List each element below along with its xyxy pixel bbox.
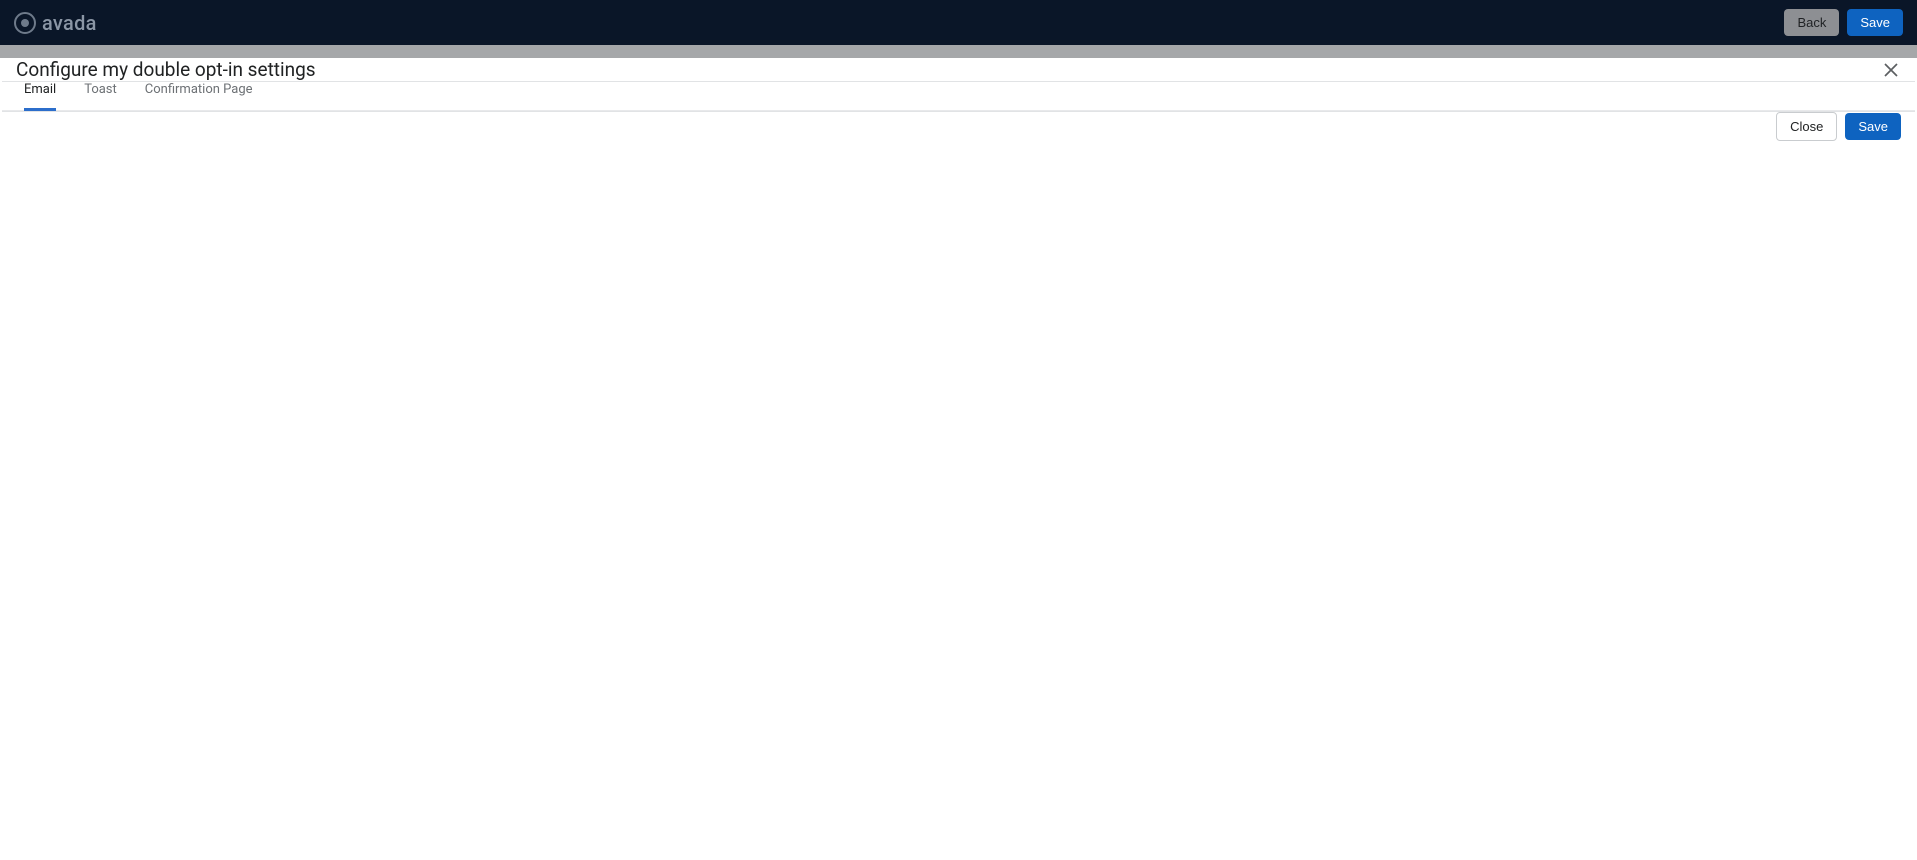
tab-confirmation-page[interactable]: Confirmation Page xyxy=(145,82,253,111)
modal-save-button[interactable]: Save xyxy=(1845,113,1901,140)
close-button[interactable]: Close xyxy=(1776,112,1837,141)
back-button[interactable]: Back xyxy=(1784,9,1839,36)
tab-email[interactable]: Email xyxy=(24,82,56,111)
save-button[interactable]: Save xyxy=(1847,9,1903,36)
brand: avada xyxy=(14,11,97,35)
modal-header: Configure my double opt-in settings xyxy=(2,58,1915,82)
overlay-shade xyxy=(0,45,1917,58)
brand-icon xyxy=(14,12,36,34)
tabs: Email Toast Confirmation Page xyxy=(2,82,1915,111)
modal-footer: Close Save xyxy=(2,111,1915,141)
brand-text: avada xyxy=(42,11,97,35)
appbar: avada Back Save xyxy=(0,0,1917,45)
tab-toast[interactable]: Toast xyxy=(84,82,117,111)
modal-title: Configure my double opt-in settings xyxy=(16,58,316,81)
close-icon[interactable] xyxy=(1881,60,1901,80)
